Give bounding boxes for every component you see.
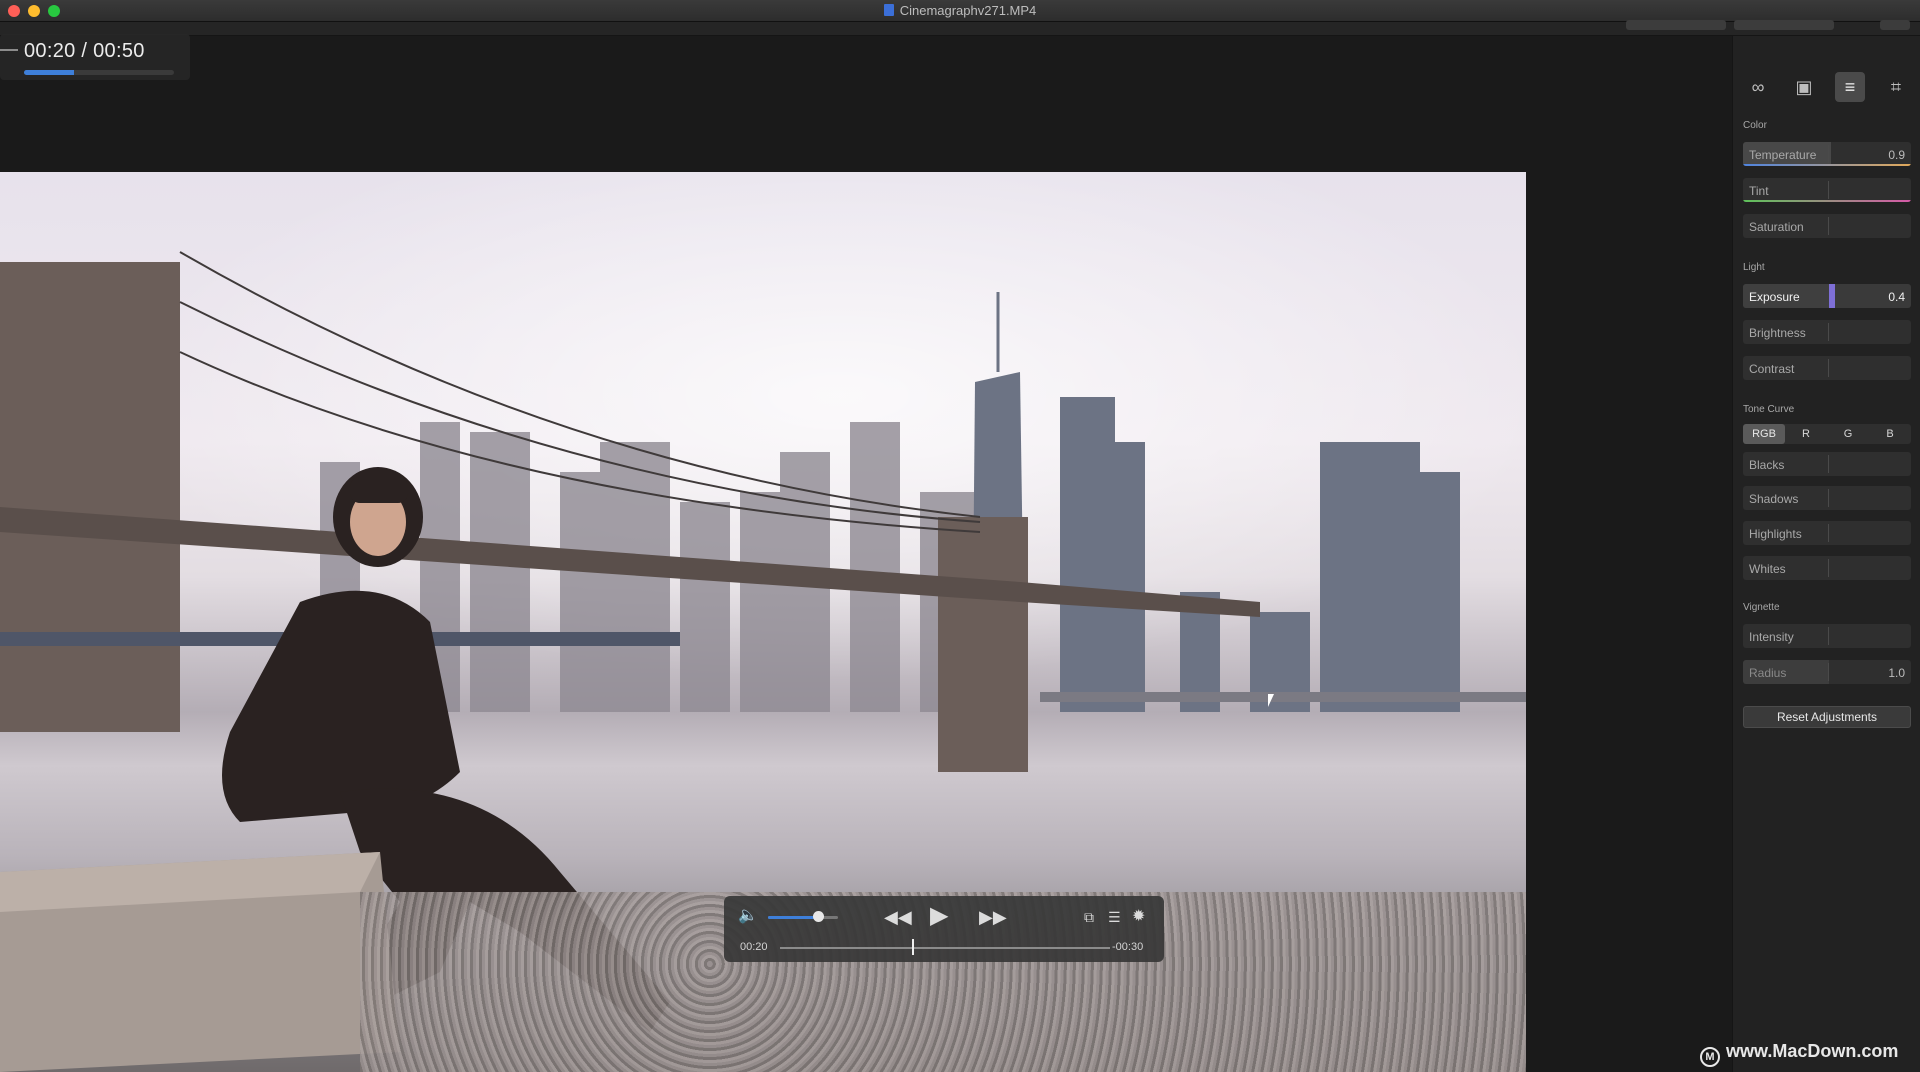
image-icon[interactable]: ▣ <box>1789 72 1819 102</box>
contrast-label: Contrast <box>1749 362 1795 376</box>
toolbar-button-right[interactable] <box>1734 20 1834 30</box>
toolbar-button-corner[interactable] <box>1880 20 1910 30</box>
slider-center-mark <box>1828 524 1829 542</box>
tone-curve-tabs: RGB R G B <box>1743 424 1911 444</box>
blacks-slider[interactable]: Blacks <box>1743 452 1911 476</box>
slider-center-mark <box>1828 455 1829 473</box>
section-light: Light <box>1743 262 1765 273</box>
watermark: Mwww.MacDown.com <box>1700 1041 1914 1067</box>
adjust-sliders-icon[interactable]: ≡ <box>1835 72 1865 102</box>
brightness-slider[interactable]: Brightness <box>1743 320 1911 344</box>
time-overlay-progress <box>24 70 174 75</box>
slider-center-mark <box>1828 145 1829 163</box>
speaker-icon[interactable]: 🔈 <box>738 908 758 924</box>
blacks-label: Blacks <box>1749 458 1785 472</box>
time-overlay-text: 00:20 / 00:50 <box>24 40 145 62</box>
section-vignette: Vignette <box>1743 602 1780 613</box>
gear-icon[interactable]: ✹ <box>1132 909 1145 925</box>
slider-center-mark <box>1828 359 1829 377</box>
temperature-label: Temperature <box>1749 148 1817 162</box>
intensity-label: Intensity <box>1749 630 1794 644</box>
slider-center-mark <box>1828 181 1829 199</box>
tone-curve-tab-r[interactable]: R <box>1785 424 1827 444</box>
slider-center-mark <box>1828 559 1829 577</box>
contrast-slider[interactable]: Contrast <box>1743 356 1911 380</box>
loop-icon[interactable]: ∞ <box>1743 72 1773 102</box>
tint-label: Tint <box>1749 184 1769 198</box>
slider-center-mark <box>1828 627 1829 645</box>
slider-center-mark <box>1828 489 1829 507</box>
highlights-label: Highlights <box>1749 527 1802 541</box>
temperature-gradient <box>1743 164 1911 166</box>
temperature-value: 0.9 <box>1888 148 1905 162</box>
time-overlay-tick <box>0 49 18 51</box>
player-current-time: 00:20 <box>740 941 768 953</box>
time-overlay-progress-fill <box>24 70 74 75</box>
section-tone-curve: Tone Curve <box>1743 404 1795 415</box>
watermark-text: www.MacDown.com <box>1726 1041 1899 1061</box>
exposure-knob[interactable] <box>1829 284 1835 308</box>
saturation-label: Saturation <box>1749 220 1804 234</box>
player-remaining-time: -00:30 <box>1112 941 1144 953</box>
play-icon[interactable]: ▶ <box>930 904 948 928</box>
window-title: Cinemagraphv271.MP4 <box>0 3 1920 18</box>
volume-slider[interactable] <box>768 916 838 919</box>
crop-icon[interactable]: ⌗ <box>1881 72 1911 102</box>
whites-label: Whites <box>1749 562 1786 576</box>
adjustments-panel: ∞ ▣ ≡ ⌗ Color Temperature 0.9 Tint Satur… <box>1732 36 1920 1072</box>
radius-label: Radius <box>1749 666 1787 680</box>
title-bar: Cinemagraphv271.MP4 <box>0 0 1920 22</box>
exposure-value: 0.4 <box>1888 290 1905 304</box>
toolbar-button-left[interactable] <box>1626 20 1726 30</box>
shadows-slider[interactable]: Shadows <box>1743 486 1911 510</box>
mouse-cursor <box>1268 694 1280 707</box>
slider-center-mark <box>1828 323 1829 341</box>
pip-icon[interactable]: ⧉ <box>1084 910 1094 924</box>
tone-curve-tab-b[interactable]: B <box>1869 424 1911 444</box>
radius-slider[interactable]: Radius 1.0 <box>1743 660 1911 684</box>
slider-center-mark <box>1828 217 1829 235</box>
tint-gradient <box>1743 200 1911 202</box>
saturation-slider[interactable]: Saturation <box>1743 214 1911 238</box>
exposure-slider[interactable]: Exposure 0.4 <box>1743 284 1911 308</box>
tone-curve-tab-g[interactable]: G <box>1827 424 1869 444</box>
volume-fill <box>768 916 819 919</box>
document-icon <box>883 4 894 16</box>
panel-tool-row: ∞ ▣ ≡ ⌗ <box>1733 72 1920 106</box>
reset-adjustments-button[interactable]: Reset Adjustments <box>1743 706 1911 728</box>
section-color: Color <box>1743 120 1767 131</box>
playback-scrubber[interactable] <box>780 947 1110 949</box>
volume-knob[interactable] <box>813 911 825 922</box>
chapters-icon[interactable]: ☰ <box>1108 910 1121 924</box>
tint-slider[interactable]: Tint <box>1743 178 1911 202</box>
time-overlay: 00:20 / 00:50 <box>0 34 190 80</box>
fast-forward-icon[interactable]: ▶▶ <box>979 908 1007 926</box>
video-player-controls: 🔈 ◀◀ ▶ ▶▶ ⧉ ☰ ✹ 00:20 -00:30 <box>724 896 1164 962</box>
brightness-label: Brightness <box>1749 326 1806 340</box>
shadows-label: Shadows <box>1749 492 1799 506</box>
window-title-text: Cinemagraphv271.MP4 <box>899 3 1037 18</box>
playback-scrubber-head[interactable] <box>912 939 914 955</box>
macdown-logo-icon: M <box>1700 1047 1720 1067</box>
temperature-slider[interactable]: Temperature 0.9 <box>1743 142 1911 166</box>
exposure-label: Exposure <box>1749 290 1800 304</box>
slider-center-mark <box>1828 663 1829 681</box>
intensity-slider[interactable]: Intensity <box>1743 624 1911 648</box>
rewind-icon[interactable]: ◀◀ <box>884 908 912 926</box>
whites-slider[interactable]: Whites <box>1743 556 1911 580</box>
highlights-slider[interactable]: Highlights <box>1743 521 1911 545</box>
radius-value: 1.0 <box>1888 666 1905 680</box>
tone-curve-tab-rgb[interactable]: RGB <box>1743 424 1785 444</box>
toolbar <box>0 20 1920 36</box>
